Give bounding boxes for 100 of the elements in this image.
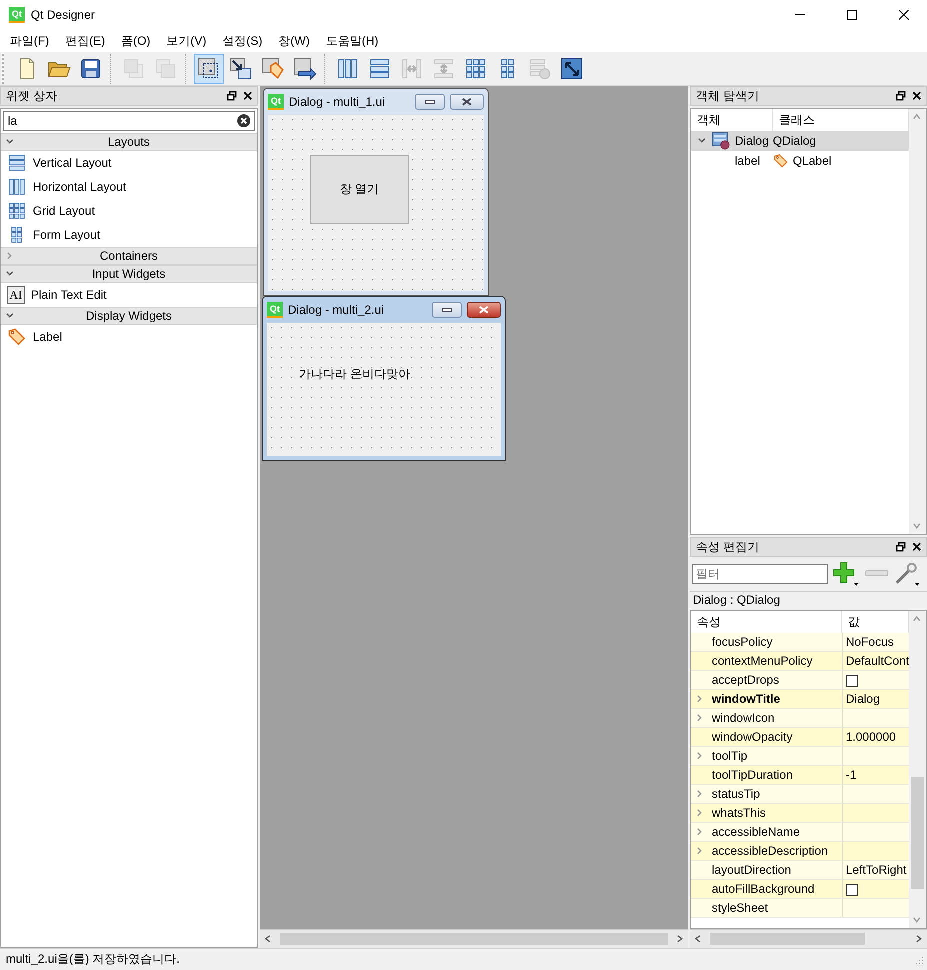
scroll-left-icon[interactable] [694,935,702,943]
property-value[interactable]: NoFocus [846,635,894,649]
close-button[interactable] [467,302,501,318]
app-logo: Qt [267,302,283,318]
property-name: focusPolicy [711,635,774,649]
rows-icon [368,56,392,80]
vertical-split-icon [432,56,456,80]
broken-layout-icon [528,56,552,80]
object-class-label: Dialog : QDialog [690,591,927,608]
scroll-right-icon[interactable] [915,935,923,943]
filter-field[interactable]: 필터 [692,564,828,584]
tag-window-icon [261,56,285,80]
object-name: label [735,154,760,168]
tree-row[interactable]: Dialog QDialog [691,131,909,151]
search-field[interactable]: la [3,111,255,131]
widget-item[interactable]: AI Plain Text Edit [1,283,257,307]
app-logo: Qt [9,7,25,23]
close-icon[interactable] [912,542,922,552]
menu-item[interactable]: 편집(E) [57,32,114,50]
dock-title: 위젯 상자 [6,88,58,104]
category-header[interactable]: Containers [1,247,257,265]
tag-icon [7,327,27,347]
float-icon[interactable] [227,91,237,101]
plus-icon[interactable] [832,561,860,587]
dock-title: 속성 편집기 [696,538,760,556]
app-logo: Qt [268,94,284,110]
wrench-icon[interactable] [894,561,922,587]
dialog-title: Dialog - multi_1.ui [289,95,386,109]
widget-item[interactable]: Horizontal Layout [1,175,257,199]
arrow-window-icon [293,56,317,80]
dialog-title: Dialog - multi_2.ui [288,303,386,317]
close-button[interactable] [450,94,484,110]
tree-row[interactable]: label QLabel [691,151,909,171]
horizontal-scrollbar[interactable] [690,929,927,948]
float-icon[interactable] [896,91,906,101]
stacked-squares-icon [154,56,178,80]
selection-square-icon [197,56,221,80]
widget-item[interactable]: Grid Layout [1,199,257,223]
close-icon [479,306,489,314]
minimize-button[interactable] [432,302,462,318]
save-icon [79,56,103,80]
menu-item[interactable]: 창(W) [270,32,318,50]
menu-item[interactable]: 파일(F) [2,32,58,50]
vertical-scrollbar[interactable] [909,611,926,928]
dock-title: 객체 탐색기 [696,88,760,104]
checkbox[interactable] [846,884,858,896]
property-value[interactable]: DefaultCont [846,654,909,668]
scroll-down-icon[interactable] [913,916,921,924]
stacked-squares-icon [122,56,146,80]
columns-icon [7,177,27,197]
property-name: windowTitle [711,692,782,706]
scroll-up-icon[interactable] [913,615,921,623]
menu-item[interactable]: 보기(V) [158,32,215,50]
close-icon [462,98,472,106]
property-name: whatsThis [711,806,768,820]
tag-icon [773,153,789,169]
scroll-left-icon[interactable] [264,935,272,943]
property-name: windowIcon [711,711,776,725]
resize-grip-icon[interactable] [914,954,924,964]
property-value[interactable]: LeftToRight [846,863,907,877]
checkbox[interactable] [846,674,858,687]
property-name: styleSheet [711,901,770,915]
arrow-window-icon [229,56,253,80]
category-header[interactable]: Display Widgets [1,307,257,325]
category-header[interactable]: Input Widgets [1,265,257,283]
grid-icon [7,201,27,221]
category-header[interactable]: Layouts [1,133,257,151]
widget-item[interactable]: Vertical Layout [1,151,257,175]
class-name: QLabel [793,154,832,168]
menu-item[interactable]: 폼(O) [113,32,159,50]
window-title: Qt Designer [31,8,96,22]
maximize-icon [847,10,857,20]
close-icon[interactable] [243,91,253,101]
horizontal-scrollbar[interactable] [260,929,688,948]
vertical-scrollbar[interactable] [909,109,926,534]
scroll-up-icon[interactable] [913,113,921,121]
scroll-right-icon[interactable] [676,935,684,943]
push-button[interactable]: 창 열기 [310,155,409,224]
property-value[interactable]: -1 [846,768,857,782]
clear-icon[interactable] [237,114,251,128]
menu-item[interactable]: 도움말(H) [318,32,387,50]
property-name: toolTip [711,749,749,763]
property-value[interactable]: Dialog [846,692,880,706]
toolbar-button[interactable] [194,54,224,84]
menu-item[interactable]: 설정(S) [214,32,271,50]
widget-item[interactable]: Label [1,325,257,349]
widget-item[interactable]: Form Layout [1,223,257,247]
minimize-icon [442,308,452,312]
property-name: statusTip [711,787,762,801]
scroll-down-icon[interactable] [913,522,921,530]
text-edit-icon: AI [7,286,25,304]
status-message: multi_2.ui을(를) 저장하였습니다. [6,951,182,968]
dialog-icon [711,131,731,151]
class-name: QDialog [773,134,816,148]
minimize-button[interactable] [415,94,445,110]
close-icon[interactable] [912,91,922,101]
close-icon [899,10,909,20]
float-icon[interactable] [896,542,906,552]
property-value[interactable]: 1.000000 [846,730,896,744]
property-name: layoutDirection [711,863,792,877]
